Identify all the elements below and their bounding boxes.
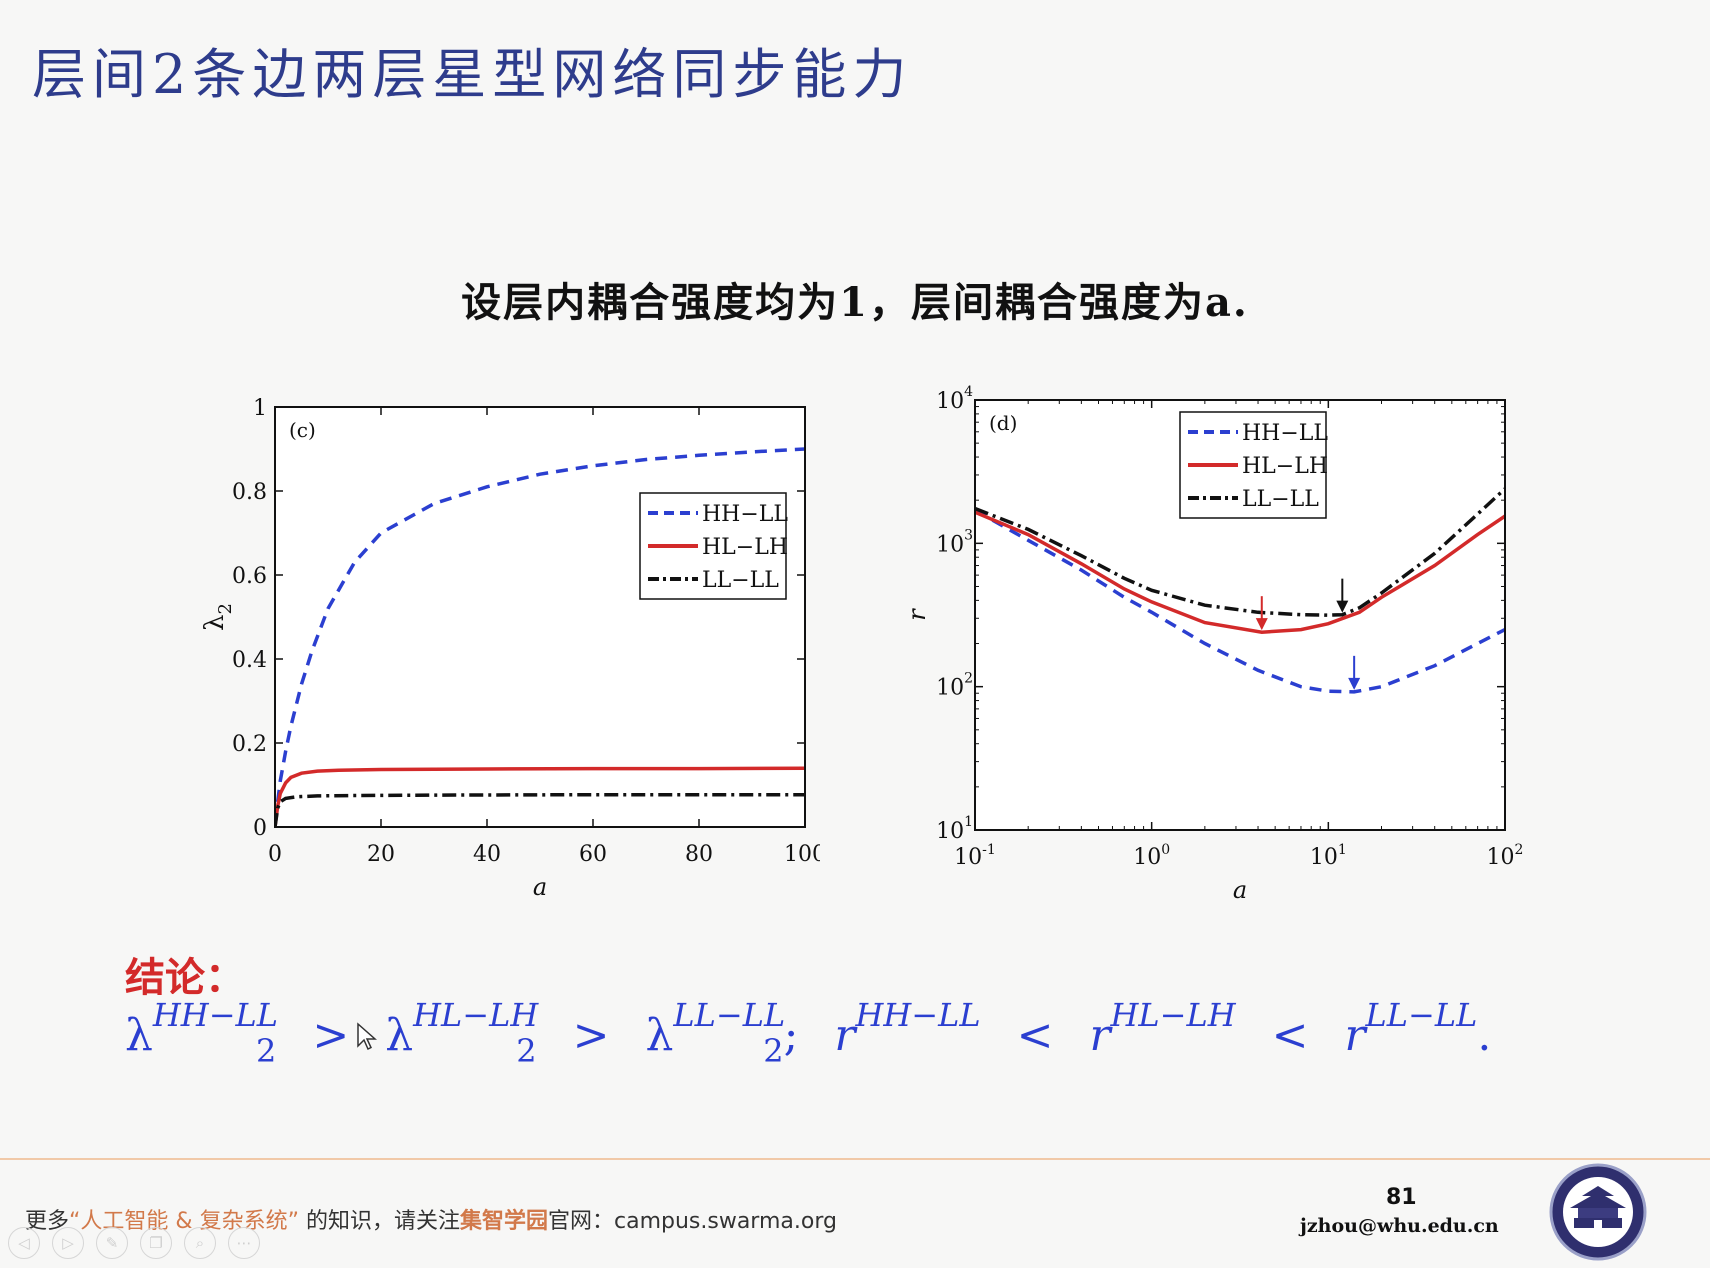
panel-label: (c) [289,418,316,442]
tick-base: 10 [1487,845,1515,870]
x-axis-label: a [533,873,547,901]
lambda-symbol: λ [645,1010,674,1061]
less-sign: < [1016,1010,1054,1061]
footer-divider [0,1158,1710,1160]
y-tick-label: 101 [936,814,973,844]
legend: HH−LL HL−LH LL−LL [1179,411,1328,519]
term-ll-ll: LL−LL [673,996,786,1034]
y-tick-label: 1 [253,396,267,421]
r-symbol: r [1089,1010,1111,1061]
subscript-2: 2 [763,1032,784,1070]
term-hl-lh: HL−LH [1110,996,1236,1034]
y-axis-label: λ2 [200,603,236,631]
legend-entry: LL−LL [702,568,779,593]
x-tick-label: 102 [1487,842,1524,870]
tick-exponent: -1 [982,842,996,858]
x-tick-label: 40 [473,842,501,867]
slide-title: 层间2条边两层星型网络同步能力 [32,43,913,106]
legend-entry: HL−LH [702,535,788,560]
y-tick-label: 0.2 [232,732,267,757]
x-tick-label: 10-1 [954,842,996,870]
chart-lambda2: 0 20 40 60 80 100 0 0.2 0.4 0.6 0.8 1 (c) a λ2 HH−LL HL−… [200,396,820,901]
prev-icon[interactable]: ◁ [8,1227,40,1259]
x-axis-label: a [1233,876,1247,900]
y-tick-label: 0.8 [232,480,267,505]
term-hh-ll: HH−LL [152,996,279,1034]
chart-r: 10-1 100 101 102101102103104(d)arHH−LLHL−LH… [905,384,1524,900]
separator: ; [783,1010,799,1061]
footer-middle: 的知识，请关注 [298,1209,460,1234]
author-email: jzhou@whu.edu.cn [1300,1215,1499,1237]
university-logo-icon [1549,1163,1647,1261]
pen-icon[interactable]: ✎ [96,1227,128,1259]
less-sign: < [1271,1010,1309,1061]
subscript-2: 2 [516,1032,537,1070]
slide-subtitle: 设层内耦合强度均为1，层间耦合强度为a. [461,279,1249,326]
tick-exponent: 2 [964,671,973,687]
period: . [1477,1010,1492,1061]
plot-area [275,407,805,827]
x-tick-label: 0 [268,842,282,867]
legend-entry: HH−LL [702,502,788,527]
term-hl-lh: HL−LH [413,996,539,1034]
tick-base: 10 [1133,845,1161,870]
tick-exponent: 1 [964,814,973,830]
y-tick-label: 104 [936,384,973,414]
footer-suffix: 官网：campus.swarma.org [548,1209,837,1234]
legend: HH−LL HL−LH LL−LL [639,492,788,600]
footer-quote-close: ” [287,1209,299,1234]
x-tick-label: 60 [579,842,607,867]
x-tick-label: 80 [685,842,713,867]
ylabel-symbol: λ [200,614,230,630]
y-tick-label: 0 [253,816,267,841]
more-icon[interactable]: ⋯ [228,1227,260,1259]
term-ll-ll: LL−LL [1365,996,1478,1034]
tick-exponent: 2 [1515,842,1524,858]
tick-base: 10 [936,389,964,414]
subscript-2: 2 [256,1032,277,1070]
x-tick-label: 100 [784,842,820,867]
y-tick-label: 0.4 [232,648,267,673]
tick-base: 10 [936,819,964,844]
greater-sign: > [312,1010,350,1061]
y-tick-label: 103 [936,527,973,557]
x-tick-label: 101 [1310,842,1347,870]
y-tick-label: 102 [936,671,973,701]
zoom-icon[interactable]: ⌕ [184,1227,216,1259]
x-tick-label: 100 [1133,842,1170,870]
lambda-symbol: λ [385,1010,414,1061]
tick-base: 10 [936,676,964,701]
ylabel-subscript: 2 [215,603,236,614]
panel-label: (d) [989,411,1017,435]
tick-exponent: 0 [1161,842,1170,858]
tick-base: 10 [1310,845,1338,870]
conclusion-formula: λHH−LL2 > λHL−LH2 > λLL−LL2; rHH−LL < rH… [125,996,1492,1070]
legend-entry: LL−LL [1242,487,1319,512]
conclusion-label: 结论： [125,954,245,1001]
y-tick-label: 0.6 [232,564,267,589]
presentation-toolbar: ◁ ▷ ✎ ❐ ⌕ ⋯ [8,1227,260,1259]
legend-entry: HL−LH [1242,454,1328,479]
copy-icon[interactable]: ❐ [140,1227,172,1259]
tick-base: 10 [936,532,964,557]
r-symbol: r [834,1010,856,1061]
r-symbol: r [1344,1010,1366,1061]
term-hh-ll: HH−LL [855,996,981,1034]
tick-base: 10 [954,845,982,870]
footer-highlight-swarma: 集智学园 [459,1209,548,1234]
y-axis-label: r [905,608,931,621]
page-number: 81 [1386,1185,1417,1210]
tick-exponent: 3 [964,527,973,543]
tick-exponent: 1 [1338,842,1347,858]
tick-exponent: 4 [964,384,973,400]
play-icon[interactable]: ▷ [52,1227,84,1259]
mouse-cursor-icon [357,1022,377,1051]
x-tick-label: 20 [367,842,395,867]
legend-entry: HH−LL [1242,421,1328,446]
lambda-symbol: λ [125,1010,153,1061]
greater-sign: > [572,1010,610,1061]
